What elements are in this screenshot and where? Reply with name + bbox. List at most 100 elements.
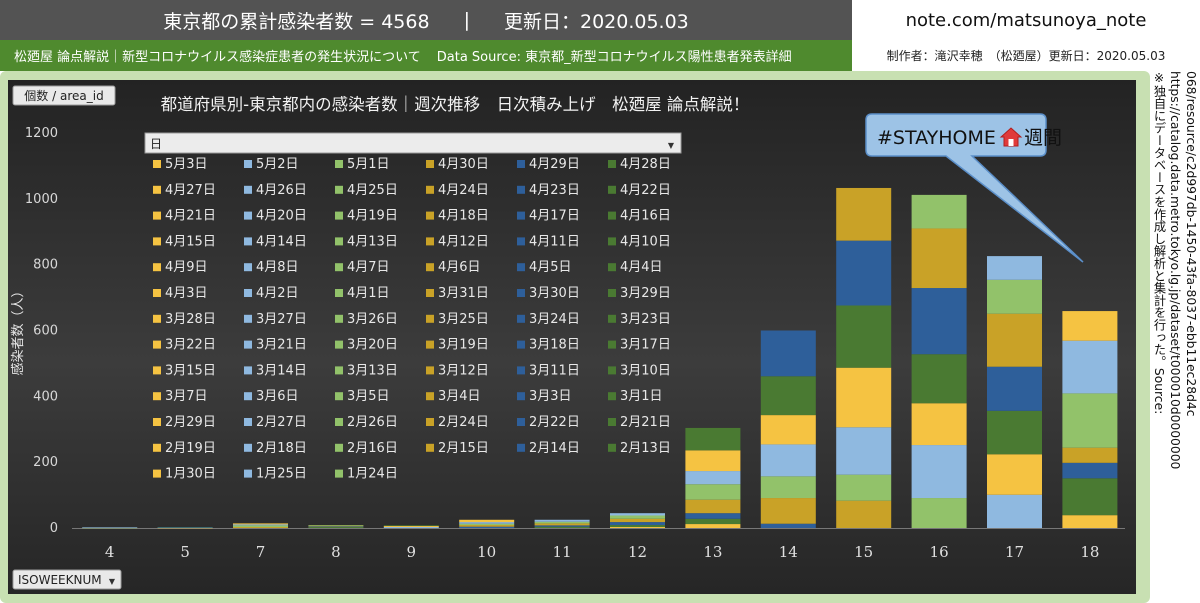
legend-entry[interactable]: 4月13日 bbox=[347, 234, 398, 249]
legend-entry[interactable]: 3月4日 bbox=[438, 389, 481, 404]
legend-entry[interactable]: 3月3日 bbox=[529, 389, 572, 404]
legend-entry[interactable]: 3月20日 bbox=[347, 338, 398, 353]
bar-segment[interactable] bbox=[760, 415, 816, 445]
legend-entry[interactable]: 3月21日 bbox=[256, 338, 307, 353]
bar-segment[interactable] bbox=[610, 525, 665, 528]
legend-entry[interactable]: 1月30日 bbox=[165, 467, 216, 482]
chevron-down-icon[interactable]: ▼ bbox=[109, 577, 116, 586]
bar-segment[interactable] bbox=[1062, 393, 1118, 448]
legend-entry[interactable]: 5月1日 bbox=[347, 157, 390, 172]
legend-entry[interactable]: 4月8日 bbox=[256, 260, 299, 275]
legend-entry[interactable]: 3月15日 bbox=[165, 363, 216, 378]
legend-entry[interactable]: 4月18日 bbox=[438, 209, 489, 224]
chevron-down-icon[interactable]: ▼ bbox=[668, 141, 675, 150]
bar-segment[interactable] bbox=[1062, 462, 1118, 479]
bar-segment[interactable] bbox=[459, 526, 515, 528]
bar-segment[interactable] bbox=[1062, 515, 1118, 528]
bar-segment[interactable] bbox=[911, 228, 967, 289]
bar-segment[interactable] bbox=[685, 499, 741, 514]
bar-segment[interactable] bbox=[685, 524, 741, 528]
bar-segment[interactable] bbox=[308, 526, 364, 528]
legend-entry[interactable]: 3月17日 bbox=[620, 338, 671, 353]
legend-entry[interactable]: 4月1日 bbox=[347, 286, 390, 301]
bar-segment[interactable] bbox=[459, 525, 515, 527]
legend-entry[interactable]: 4月17日 bbox=[529, 209, 580, 224]
bar-segment[interactable] bbox=[1062, 478, 1118, 516]
legend-entry[interactable]: 2月14日 bbox=[529, 441, 580, 456]
legend-entry[interactable]: 4月22日 bbox=[620, 183, 671, 198]
legend-entry[interactable]: 2月13日 bbox=[620, 441, 671, 456]
legend-entry[interactable]: 4月24日 bbox=[438, 183, 489, 198]
legend-entry[interactable]: 4月11日 bbox=[529, 234, 580, 249]
day-field-dropdown[interactable] bbox=[144, 132, 682, 154]
bar-segment[interactable] bbox=[534, 521, 590, 524]
bar-segment[interactable] bbox=[987, 410, 1042, 455]
legend-entry[interactable]: 4月23日 bbox=[529, 183, 580, 198]
bar-segment[interactable] bbox=[459, 519, 515, 523]
bar-segment[interactable] bbox=[610, 522, 665, 526]
bar-segment[interactable] bbox=[987, 313, 1042, 367]
legend-entry[interactable]: 3月26日 bbox=[347, 312, 398, 327]
legend-entry[interactable]: 4月21日 bbox=[165, 209, 216, 224]
bar-segment[interactable] bbox=[233, 524, 288, 526]
legend-entry[interactable]: 4月16日 bbox=[620, 209, 671, 224]
bar-segment[interactable] bbox=[911, 354, 967, 404]
bar-segment[interactable] bbox=[836, 367, 892, 428]
legend-entry[interactable]: 3月6日 bbox=[256, 389, 299, 404]
bar-segment[interactable] bbox=[233, 527, 288, 528]
bar-segment[interactable] bbox=[534, 526, 590, 528]
legend-entry[interactable]: 4月6日 bbox=[438, 260, 481, 275]
bar-segment[interactable] bbox=[1062, 447, 1118, 463]
bar-segment[interactable] bbox=[836, 427, 892, 475]
legend-entry[interactable]: 4月20日 bbox=[256, 209, 307, 224]
bar-segment[interactable] bbox=[308, 527, 364, 528]
bar-segment[interactable] bbox=[233, 523, 288, 525]
bar-segment[interactable] bbox=[911, 498, 967, 528]
legend-entry[interactable]: 5月3日 bbox=[165, 157, 208, 172]
bar-segment[interactable] bbox=[383, 526, 439, 528]
bar-segment[interactable] bbox=[685, 484, 741, 500]
legend-entry[interactable]: 2月29日 bbox=[165, 415, 216, 430]
legend-entry[interactable]: 3月14日 bbox=[256, 363, 307, 378]
bar-segment[interactable] bbox=[610, 515, 665, 519]
bar-segment[interactable] bbox=[1062, 311, 1118, 341]
legend-entry[interactable]: 3月11日 bbox=[529, 363, 580, 378]
legend-entry[interactable]: 2月26日 bbox=[347, 415, 398, 430]
legend-entry[interactable]: 3月18日 bbox=[529, 338, 580, 353]
legend-entry[interactable]: 4月7日 bbox=[347, 260, 390, 275]
bar-segment[interactable] bbox=[836, 500, 892, 528]
bar-segment[interactable] bbox=[308, 525, 364, 526]
legend-entry[interactable]: 2月21日 bbox=[620, 415, 671, 430]
legend-entry[interactable]: 3月23日 bbox=[620, 312, 671, 327]
legend-entry[interactable]: 3月7日 bbox=[165, 389, 208, 404]
bar-segment[interactable] bbox=[610, 527, 665, 528]
legend-entry[interactable]: 3月13日 bbox=[347, 363, 398, 378]
bar-segment[interactable] bbox=[760, 523, 816, 528]
legend-entry[interactable]: 3月27日 bbox=[256, 312, 307, 327]
bar-segment[interactable] bbox=[308, 525, 364, 527]
bar-segment[interactable] bbox=[836, 474, 892, 501]
bar-segment[interactable] bbox=[459, 523, 515, 526]
legend-entry[interactable]: 4月12日 bbox=[438, 234, 489, 249]
bar-segment[interactable] bbox=[911, 403, 967, 446]
bar-segment[interactable] bbox=[760, 330, 816, 377]
bar-segment[interactable] bbox=[1062, 340, 1118, 394]
bar-segment[interactable] bbox=[911, 445, 967, 499]
legend-entry[interactable]: 3月24日 bbox=[529, 312, 580, 327]
bar-segment[interactable] bbox=[157, 527, 213, 528]
bar-segment[interactable] bbox=[534, 525, 590, 527]
bar-segment[interactable] bbox=[534, 523, 590, 526]
legend-entry[interactable]: 4月29日 bbox=[529, 157, 580, 172]
bar-segment[interactable] bbox=[836, 305, 892, 368]
legend-entry[interactable]: 4月26日 bbox=[256, 183, 307, 198]
legend-entry[interactable]: 2月27日 bbox=[256, 415, 307, 430]
bar-segment[interactable] bbox=[534, 519, 590, 522]
bar-segment[interactable] bbox=[760, 498, 816, 524]
legend-entry[interactable]: 2月16日 bbox=[347, 441, 398, 456]
legend-entry[interactable]: 4月14日 bbox=[256, 234, 307, 249]
bar-segment[interactable] bbox=[383, 527, 439, 528]
legend-entry[interactable]: 4月28日 bbox=[620, 157, 671, 172]
legend-entry[interactable]: 1月25日 bbox=[256, 467, 307, 482]
bar-segment[interactable] bbox=[911, 288, 967, 355]
legend-entry[interactable]: 3月10日 bbox=[620, 363, 671, 378]
